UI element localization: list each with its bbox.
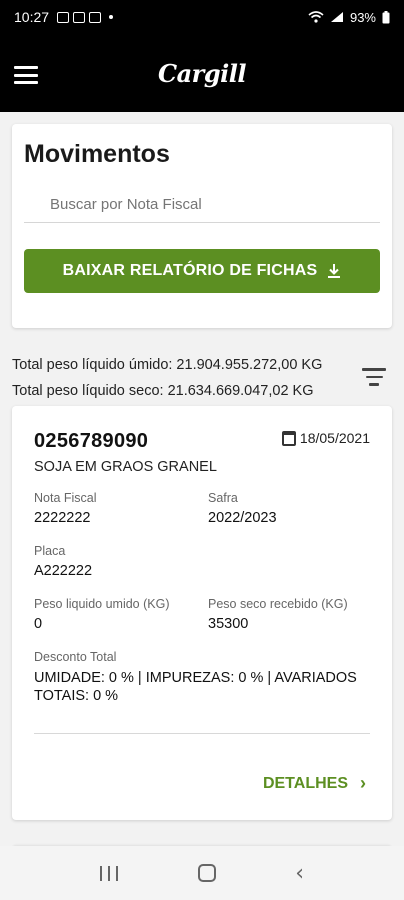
field-label: Safra [208, 491, 238, 505]
system-icons: 93% [308, 10, 390, 25]
home-icon[interactable] [197, 864, 216, 882]
chevron-right-icon: › [360, 773, 366, 793]
page-title: Movimentos [24, 140, 170, 168]
field-label: Peso seco recebido (KG) [208, 597, 348, 611]
field-label: Peso liquido umido (KG) [34, 597, 170, 611]
field-label: Desconto Total [34, 650, 117, 664]
calendar-icon [281, 430, 296, 446]
notification-icon [73, 11, 86, 23]
card-date: 18/05/2021 [281, 430, 370, 446]
field-label: Placa [34, 544, 66, 558]
ticket-number: 0256789090 [34, 430, 149, 452]
hamburger-menu-icon[interactable] [14, 66, 38, 84]
field-value: 0 [34, 616, 43, 632]
totals: Total peso líquido úmido: 21.904.955.272… [12, 352, 392, 404]
cargill-logo: Cargill [158, 58, 246, 88]
signal-icon [330, 12, 343, 22]
field-value: A222222 [34, 563, 93, 579]
field-label: Nota Fiscal [34, 491, 97, 505]
details-button[interactable]: DETALHES › [263, 773, 366, 794]
card-fields: Nota Fiscal 2222222 Safra 2022/2023 Plac… [34, 491, 370, 705]
status-bar: 10:27 93% [0, 0, 404, 34]
peso-seco-field: Peso seco recebido (KG) 35300 [208, 597, 370, 632]
date-value: 18/05/2021 [299, 430, 370, 446]
search-input[interactable] [50, 196, 380, 213]
system-nav-bar: ‹ [0, 846, 404, 900]
field-value: 35300 [208, 616, 249, 632]
peso-liquido-field: Peso liquido umido (KG) 0 [34, 597, 208, 632]
field-value: UMIDADE: 0 % | IMPUREZAS: 0 % | AVARIADO… [34, 670, 357, 704]
field-value: 2022/2023 [208, 510, 277, 526]
safra-field: Safra 2022/2023 [208, 491, 370, 526]
total-wet-weight: Total peso líquido úmido: 21.904.955.272… [12, 357, 323, 373]
field-value: 2222222 [34, 510, 91, 526]
app-bar: Cargill [0, 34, 404, 112]
download-icon [328, 264, 341, 278]
nota-fiscal-field: Nota Fiscal 2222222 [34, 491, 208, 526]
more-notifications-icon [109, 15, 114, 19]
wifi-icon [308, 11, 324, 23]
download-report-label: BAIXAR RELATÓRIO DE FICHAS [62, 262, 318, 279]
divider [34, 733, 370, 734]
details-label: DETALHES [262, 774, 348, 792]
battery-icon [382, 10, 390, 23]
movement-card: 0256789090 18/05/2021 SOJA EM GRAOS GRAN… [12, 406, 392, 820]
total-dry-weight: Total peso líquido seco: 21.634.669.047,… [12, 383, 314, 399]
status-time: 10:27 [14, 9, 50, 25]
notification-icon [57, 11, 70, 23]
filter-icon[interactable] [362, 368, 386, 386]
recent-apps-icon[interactable] [99, 865, 118, 881]
card-header: 0256789090 18/05/2021 [34, 430, 370, 453]
gallery-icon [89, 11, 102, 23]
battery-percent: 93% [349, 9, 376, 25]
placa-field: Placa A222222 [34, 544, 370, 579]
movements-card: Movimentos BAIXAR RELATÓRIO DE FICHAS [12, 124, 392, 328]
desconto-field: Desconto Total UMIDADE: 0 % | IMPUREZAS:… [34, 650, 370, 705]
search-field[interactable] [24, 187, 380, 223]
download-report-button[interactable]: BAIXAR RELATÓRIO DE FICHAS [24, 249, 380, 293]
notification-icons [57, 11, 114, 23]
back-icon[interactable]: ‹ [295, 861, 304, 886]
product-name: SOJA EM GRAOS GRANEL [34, 459, 217, 475]
